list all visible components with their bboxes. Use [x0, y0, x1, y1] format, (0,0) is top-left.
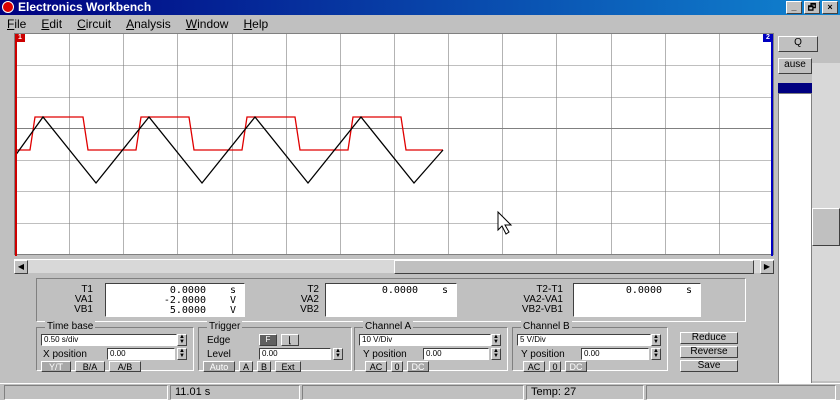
trigger-level-spinner[interactable]: ▲ ▼: [333, 348, 343, 360]
status-cell-right: [646, 385, 836, 400]
channel-b-legend: Channel B: [521, 321, 572, 333]
mouse-cursor-icon: [497, 210, 513, 235]
menu-analysis[interactable]: Analysis: [119, 15, 179, 33]
cursor-2-line[interactable]: [771, 34, 773, 256]
channel-a-scale-spinner[interactable]: ▲ ▼: [491, 334, 501, 346]
channel-b-ypos-field[interactable]: 0.00: [581, 348, 649, 360]
yt-button[interactable]: Y/T: [41, 361, 71, 372]
maximize-button[interactable]: 🗗: [804, 1, 820, 14]
readout-label-vb2-vb1: VB2-VB1: [521, 304, 563, 315]
status-temperature: Temp: 27: [526, 385, 644, 400]
menu-circuit[interactable]: Circuit: [70, 15, 119, 33]
trigger-legend: Trigger: [207, 321, 243, 333]
status-cell-empty: [4, 385, 168, 400]
close-button[interactable]: ×: [822, 1, 838, 14]
status-sim-time: 11.01 s: [170, 385, 300, 400]
edge-falling-button[interactable]: ⌊: [281, 334, 299, 346]
x-position-field[interactable]: 0.00: [107, 348, 175, 360]
channel-a-ac-button[interactable]: AC: [365, 361, 387, 372]
readout-label-vb1: VB1: [74, 304, 93, 315]
channel-a-ypos-field[interactable]: 0.00: [423, 348, 489, 360]
oscilloscope: 1 2 ◀ ▶ T1 VA1 VB1 0.0000 s -2.0000 V 5.00…: [6, 33, 776, 381]
channel-b-ac-button[interactable]: AC: [523, 361, 545, 372]
channel-b-dc-button[interactable]: DC: [565, 361, 587, 372]
channel-b-scale-spinner[interactable]: ▲ ▼: [651, 334, 661, 346]
reverse-button[interactable]: Reverse: [680, 346, 738, 358]
level-label: Level: [207, 349, 231, 360]
channel-a-trace: [15, 116, 443, 151]
time-base-scale-field[interactable]: 0.50 s/div: [41, 334, 177, 346]
title-bar: Electronics Workbench _ 🗗 ×: [0, 0, 840, 15]
channel-b-panel: Channel B 5 V/Div ▲ ▼ Y position 0.00 ▲ ▼ …: [512, 321, 668, 372]
menu-file[interactable]: File: [0, 15, 34, 33]
channel-a-legend: Channel A: [363, 321, 414, 333]
time-base-spinner[interactable]: ▲ ▼: [177, 334, 187, 346]
x-position-label: X position: [43, 349, 87, 360]
save-button[interactable]: Save: [680, 360, 738, 372]
cursor-1-line[interactable]: [15, 34, 17, 256]
status-cell-mid: [302, 385, 524, 400]
ba-button[interactable]: B/A: [75, 361, 105, 372]
horizontal-scrollbar[interactable]: ◀ ▶: [14, 259, 774, 274]
trigger-b-button[interactable]: B: [257, 361, 271, 372]
readout-label-vb2: VB2: [300, 304, 319, 315]
cursor-1-marker[interactable]: 1: [15, 34, 25, 42]
scroll-left-icon[interactable]: ◀: [14, 260, 28, 274]
window-title: Electronics Workbench: [18, 0, 152, 14]
channel-b-ypos-label: Y position: [521, 349, 565, 360]
time-base-panel: Time base 0.50 s/div ▲ ▼ X position 0.00 …: [36, 321, 194, 372]
trigger-a-button[interactable]: A: [239, 361, 253, 372]
x-position-spinner[interactable]: ▲ ▼: [177, 348, 187, 360]
cursor-readout: T1 VA1 VB1 0.0000 s -2.0000 V 5.0000 V T2 V…: [36, 278, 746, 322]
menu-window[interactable]: Window: [179, 15, 237, 33]
trigger-auto-button[interactable]: Auto: [203, 361, 235, 372]
menu-edit[interactable]: Edit: [34, 15, 70, 33]
trigger-level-field[interactable]: 0.00: [259, 348, 331, 360]
scope-display: [15, 34, 773, 254]
trigger-panel: Trigger Edge F ⌊ Level 0.00 ▲ ▼ Auto A B …: [198, 321, 352, 372]
minimize-button[interactable]: _: [786, 1, 802, 14]
channel-b-zero-button[interactable]: 0: [549, 361, 561, 372]
channel-a-ypos-spinner[interactable]: ▲ ▼: [491, 348, 501, 360]
edge-label: Edge: [207, 335, 231, 346]
edge-rising-button[interactable]: F: [259, 334, 277, 346]
scroll-thumb[interactable]: [394, 260, 754, 274]
zoom-icon: Q: [794, 37, 802, 48]
vertical-scrollbar[interactable]: [812, 63, 840, 381]
channel-b-ypos-spinner[interactable]: ▲ ▼: [651, 348, 661, 360]
menu-help[interactable]: Help: [236, 15, 276, 33]
channel-a-scale-field[interactable]: 10 V/Div: [359, 334, 491, 346]
time-base-legend: Time base: [45, 321, 96, 333]
scroll-right-icon[interactable]: ▶: [760, 260, 774, 274]
channel-b-scale-field[interactable]: 5 V/Div: [517, 334, 651, 346]
channel-a-zero-button[interactable]: 0: [391, 361, 403, 372]
parts-bin-area[interactable]: [778, 93, 812, 400]
zoom-button[interactable]: Q: [778, 36, 818, 52]
channel-a-ypos-label: Y position: [363, 349, 407, 360]
menu-bar: File Edit Circuit Analysis Window Help: [0, 15, 840, 33]
status-bar: 11.01 s Temp: 27: [0, 383, 840, 400]
app-icon: [2, 1, 14, 13]
readout-box-2: 0.0000 s: [325, 283, 457, 317]
channel-a-panel: Channel A 10 V/Div ▲ ▼ Y position 0.00 ▲ ▼…: [354, 321, 508, 372]
readout-box-3: 0.0000 s: [573, 283, 701, 317]
scope-grid: [15, 34, 773, 254]
channel-a-dc-button[interactable]: DC: [407, 361, 429, 372]
pause-button[interactable]: ause: [778, 58, 812, 74]
vertical-scroll-thumb[interactable]: [812, 208, 840, 246]
cursor-2-marker[interactable]: 2: [763, 34, 773, 42]
scope-screen[interactable]: 1 2: [14, 33, 774, 256]
trigger-ext-button[interactable]: Ext: [275, 361, 301, 372]
reduce-button[interactable]: Reduce: [680, 332, 738, 344]
readout-box-1: 0.0000 s -2.0000 V 5.0000 V: [105, 283, 245, 317]
channel-b-trace: [15, 115, 444, 185]
ab-button[interactable]: A/B: [109, 361, 141, 372]
circuit-window-edge: Q ause ✕: [778, 33, 840, 400]
